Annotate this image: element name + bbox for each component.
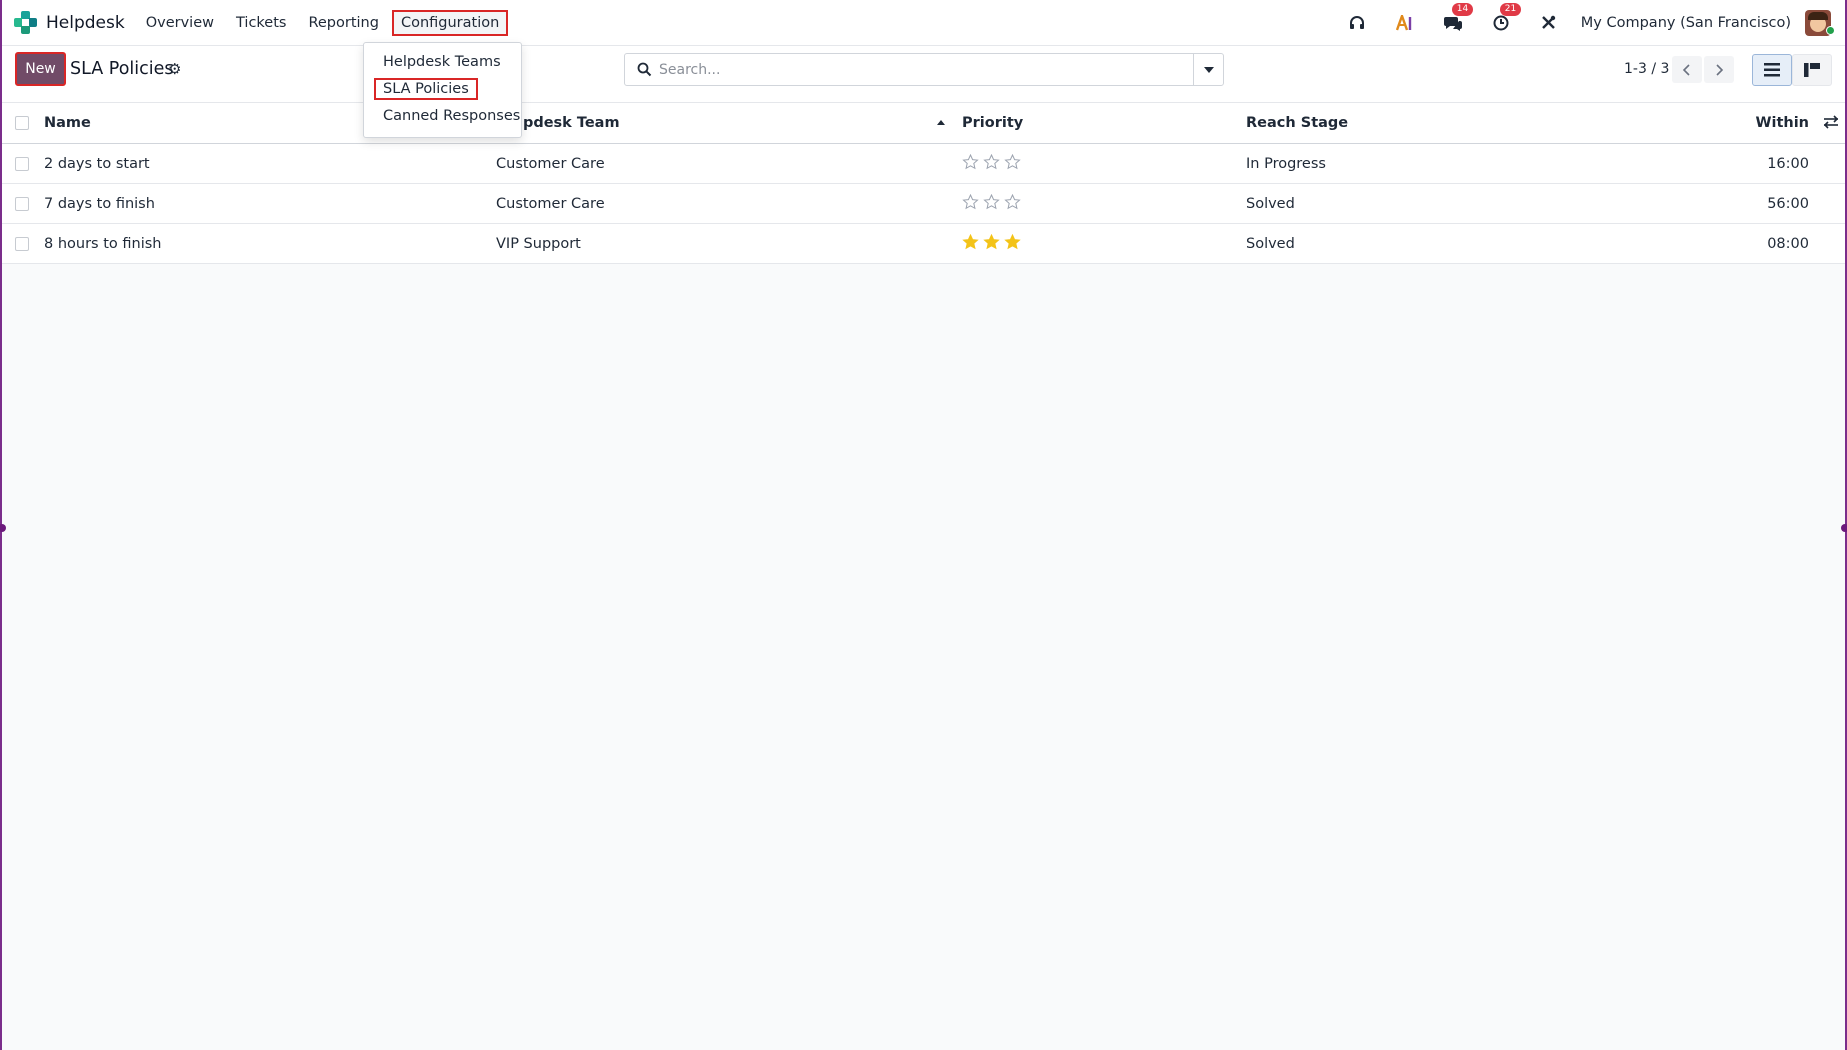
cell-team: VIP Support: [496, 235, 581, 252]
column-header-within[interactable]: Within: [1755, 103, 1809, 143]
pager-previous-button[interactable]: [1672, 56, 1702, 83]
row-select-cell: [15, 184, 29, 223]
table-row[interactable]: 7 days to finish Customer Care Solved 56…: [2, 184, 1845, 224]
new-button[interactable]: New: [15, 52, 66, 86]
column-header-priority[interactable]: Priority: [962, 103, 1023, 143]
star-empty-icon[interactable]: [983, 153, 1000, 174]
main-menu: Overview Tickets Reporting Configuration: [137, 9, 513, 36]
star-filled-icon[interactable]: [962, 233, 979, 254]
dropdown-item-sla-policies[interactable]: SLA Policies: [364, 75, 521, 102]
kanban-view-button[interactable]: [1792, 54, 1832, 86]
cell-stage: In Progress: [1246, 155, 1326, 172]
caret-down-icon: [1203, 66, 1214, 73]
frame-handle-left: [0, 524, 6, 532]
menu-configuration[interactable]: Configuration: [391, 9, 509, 36]
app-brand[interactable]: Helpdesk: [14, 11, 125, 34]
sort-ascending-icon: [937, 120, 945, 125]
configuration-dropdown: Helpdesk Teams SLA Policies Canned Respo…: [363, 42, 522, 138]
star-empty-icon[interactable]: [962, 153, 979, 174]
cell-name: 7 days to finish: [44, 195, 155, 212]
activities-badge: 21: [1499, 2, 1522, 16]
menu-overview[interactable]: Overview: [137, 10, 223, 36]
star-empty-icon[interactable]: [962, 193, 979, 214]
list-view-icon: [1764, 63, 1780, 77]
cell-priority: [962, 224, 1021, 263]
priority-stars[interactable]: [962, 193, 1021, 214]
cell-within: 08:00: [1767, 235, 1809, 252]
search-icon: [629, 62, 659, 77]
row-checkbox[interactable]: [15, 156, 29, 171]
star-empty-icon[interactable]: [1004, 153, 1021, 174]
page-title: SLA Policies: [70, 59, 174, 79]
menu-tickets[interactable]: Tickets: [227, 10, 295, 36]
table-header: Name Helpdesk Team Priority Reach Stage …: [2, 103, 1845, 144]
cell-within: 56:00: [1767, 195, 1809, 212]
cell-priority: [962, 144, 1021, 183]
star-filled-icon[interactable]: [983, 233, 1000, 254]
search-input[interactable]: [659, 54, 1193, 85]
messages-icon[interactable]: 14: [1442, 2, 1474, 34]
cell-name: 2 days to start: [44, 155, 150, 172]
kanban-view-icon: [1804, 63, 1820, 77]
messages-badge: 14: [1451, 2, 1474, 16]
dropdown-item-helpdesk-teams[interactable]: Helpdesk Teams: [364, 48, 521, 75]
star-empty-icon[interactable]: [983, 193, 1000, 214]
pager-next-button[interactable]: [1704, 56, 1734, 83]
menu-reporting[interactable]: Reporting: [299, 10, 388, 36]
select-all-checkbox[interactable]: [15, 116, 29, 130]
select-all-cell: [15, 103, 29, 143]
cell-team: Customer Care: [496, 195, 605, 212]
cell-priority: [962, 184, 1021, 223]
systray: 14 21 My Company (San Francisco): [1333, 2, 1835, 36]
priority-stars[interactable]: [962, 153, 1021, 174]
control-panel: New SLA Policies ⚙ 1-3 / 3: [2, 46, 1845, 103]
pager-value[interactable]: 1-3 / 3: [1624, 61, 1669, 77]
table-row[interactable]: 2 days to start Customer Care In Progres…: [2, 144, 1845, 184]
search-bar: [624, 53, 1224, 86]
cell-name: 8 hours to finish: [44, 235, 162, 252]
company-switcher[interactable]: My Company (San Francisco): [1581, 15, 1791, 31]
headset-icon[interactable]: [1346, 12, 1368, 34]
priority-stars[interactable]: [962, 233, 1021, 254]
cell-within: 16:00: [1767, 155, 1809, 172]
row-checkbox[interactable]: [15, 236, 29, 251]
gear-icon[interactable]: ⚙: [168, 60, 181, 78]
activities-clock-icon[interactable]: 21: [1490, 2, 1522, 34]
chevron-left-icon: [1682, 63, 1690, 76]
helpdesk-logo-icon: [14, 11, 37, 34]
sla-policies-table: Name Helpdesk Team Priority Reach Stage …: [2, 103, 1845, 264]
dropdown-item-canned-responses[interactable]: Canned Responses: [364, 102, 521, 129]
top-navbar: Helpdesk Overview Tickets Reporting Conf…: [2, 0, 1845, 46]
star-empty-icon[interactable]: [1004, 193, 1021, 214]
list-view-button[interactable]: [1752, 54, 1792, 86]
column-header-stage[interactable]: Reach Stage: [1246, 103, 1348, 143]
app-name: Helpdesk: [46, 12, 125, 33]
row-select-cell: [15, 144, 29, 183]
debug-tools-icon[interactable]: [1538, 12, 1560, 34]
search-options-toggle[interactable]: [1193, 54, 1223, 85]
cell-stage: Solved: [1246, 195, 1295, 212]
online-status-icon: [1826, 26, 1835, 35]
ai-icon[interactable]: [1394, 12, 1416, 34]
cell-stage: Solved: [1246, 235, 1295, 252]
row-select-cell: [15, 224, 29, 263]
cell-team: Customer Care: [496, 155, 605, 172]
table-row[interactable]: 8 hours to finish VIP Support Solved 08:…: [2, 224, 1845, 264]
star-filled-icon[interactable]: [1004, 233, 1021, 254]
frame-handle-right: [1841, 524, 1847, 532]
chevron-right-icon: [1716, 63, 1724, 76]
optional-columns-icon[interactable]: [1823, 114, 1839, 134]
column-header-name[interactable]: Name: [44, 103, 91, 143]
row-checkbox[interactable]: [15, 196, 29, 211]
